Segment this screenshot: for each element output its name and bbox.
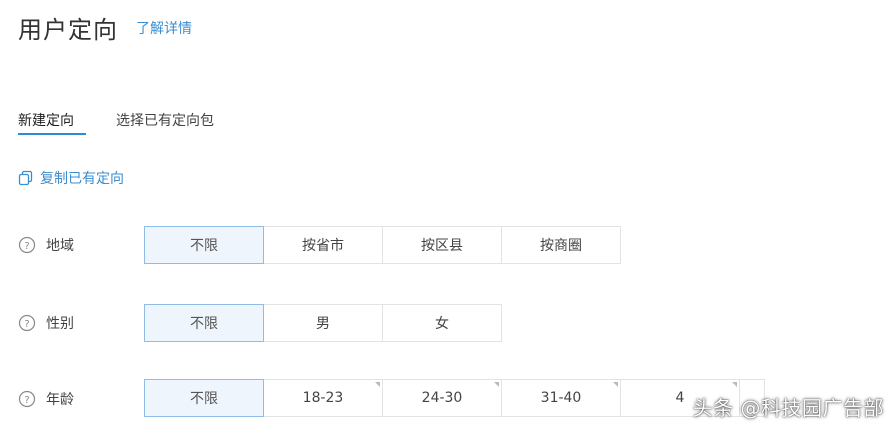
age-option-label: 4 — [675, 390, 685, 406]
region-label: 地域 — [46, 238, 74, 254]
svg-text:?: ? — [24, 395, 29, 406]
help-icon[interactable]: ? — [18, 314, 36, 332]
copy-existing-targeting-label: 复制已有定向 — [40, 171, 124, 187]
region-row-label: ? 地域 — [18, 235, 74, 255]
age-option-unlimited[interactable]: 不限 — [144, 379, 264, 417]
gender-row-label: ? 性别 — [18, 313, 74, 333]
tab-select-existing-package[interactable]: 选择已有定向包 — [116, 110, 214, 130]
help-icon[interactable]: ? — [18, 390, 36, 408]
region-options: 不限 按省市 按区县 按商圈 — [144, 226, 621, 264]
page-title: 用户定向 — [18, 16, 118, 44]
age-label: 年龄 — [46, 392, 74, 408]
corner-marker — [494, 382, 499, 387]
watermark: 头条 @科技园广告部 — [692, 396, 884, 420]
age-row-label: ? 年龄 — [18, 389, 74, 409]
region-option-by-business-area[interactable]: 按商圈 — [501, 226, 621, 264]
corner-marker — [732, 382, 737, 387]
age-option-label: 24-30 — [421, 390, 463, 406]
age-option-label: 18-23 — [302, 390, 344, 406]
gender-option-female[interactable]: 女 — [382, 304, 502, 342]
age-options: 不限 18-23 24-30 31-40 4 — [144, 379, 765, 417]
age-option-24-30[interactable]: 24-30 — [382, 379, 502, 417]
active-tab-indicator — [18, 133, 86, 135]
age-option-31-40[interactable]: 31-40 — [501, 379, 621, 417]
learn-more-link[interactable]: 了解详情 — [136, 18, 192, 38]
age-option-label: 31-40 — [540, 390, 582, 406]
gender-option-unlimited[interactable]: 不限 — [144, 304, 264, 342]
gender-label: 性别 — [46, 316, 74, 332]
region-option-by-province[interactable]: 按省市 — [263, 226, 383, 264]
help-icon[interactable]: ? — [18, 236, 36, 254]
corner-marker — [375, 382, 380, 387]
region-option-unlimited[interactable]: 不限 — [144, 226, 264, 264]
copy-existing-targeting-link[interactable]: 复制已有定向 — [18, 168, 124, 188]
gender-option-male[interactable]: 男 — [263, 304, 383, 342]
svg-text:?: ? — [24, 241, 29, 252]
tab-new-targeting[interactable]: 新建定向 — [18, 110, 74, 130]
copy-icon — [18, 170, 34, 186]
svg-text:?: ? — [24, 319, 29, 330]
corner-marker — [613, 382, 618, 387]
gender-options: 不限 男 女 — [144, 304, 502, 342]
age-option-18-23[interactable]: 18-23 — [263, 379, 383, 417]
region-option-by-district[interactable]: 按区县 — [382, 226, 502, 264]
